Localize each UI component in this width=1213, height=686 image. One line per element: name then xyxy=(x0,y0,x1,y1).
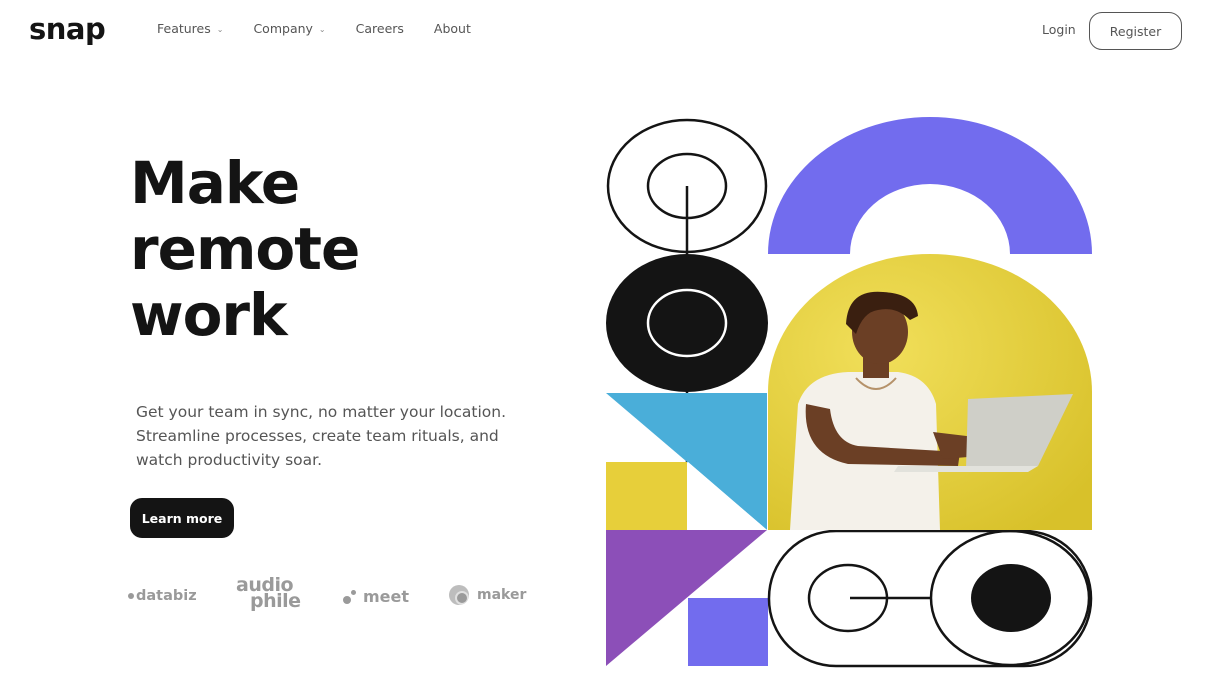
description-line: Streamline processes, create team ritual… xyxy=(136,427,499,445)
site-header: snap Features ⌄ Company ⌄ Careers About … xyxy=(0,0,1213,62)
headline-line: work xyxy=(130,281,288,349)
nav-item-label: Features xyxy=(157,21,211,36)
hero-illustration xyxy=(600,112,1100,672)
arch-icon xyxy=(768,117,1092,254)
client-logo-meet: meet xyxy=(343,587,409,606)
hero-headline: Make remote work xyxy=(130,150,510,348)
client-name: databiz xyxy=(136,588,197,604)
nav-item-label: About xyxy=(433,21,471,36)
headline-line: remote xyxy=(130,215,360,283)
client-name-line: phile xyxy=(250,590,301,612)
client-logo-databiz: databiz xyxy=(128,588,197,604)
chevron-down-icon: ⌄ xyxy=(318,25,326,34)
description-line: Get your team in sync, no matter your lo… xyxy=(136,403,507,421)
register-button[interactable]: Register xyxy=(1089,12,1182,50)
nav-item-about[interactable]: About xyxy=(434,21,471,36)
client-logos: databiz audio phile meet maker xyxy=(128,575,528,620)
headline-line: Make xyxy=(130,149,300,217)
dots-icon xyxy=(343,589,357,604)
nav-item-label: Company xyxy=(253,21,313,36)
dot-icon xyxy=(128,593,134,599)
client-name: meet xyxy=(363,587,410,606)
maker-mark-icon xyxy=(449,585,469,605)
login-link[interactable]: Login xyxy=(1042,22,1076,37)
description-line: watch productivity soar. xyxy=(136,451,323,469)
person-photo xyxy=(768,254,1092,530)
client-name: maker xyxy=(477,587,527,603)
client-logo-audiophile: audio phile xyxy=(236,576,301,612)
hero-description: Get your team in sync, no matter your lo… xyxy=(136,400,536,472)
nav-item-careers[interactable]: Careers xyxy=(356,21,404,36)
nav-item-company[interactable]: Company ⌄ xyxy=(253,21,325,36)
nav-item-label: Careers xyxy=(355,21,404,36)
learn-more-button[interactable]: Learn more xyxy=(130,498,234,538)
brand-logo[interactable]: snap xyxy=(29,12,106,46)
nav-item-features[interactable]: Features ⌄ xyxy=(157,21,223,36)
primary-nav: Features ⌄ Company ⌄ Careers About xyxy=(157,21,501,36)
toggle-knob-icon xyxy=(767,529,1093,668)
triangles-icon xyxy=(606,393,768,666)
client-logo-maker: maker xyxy=(449,585,526,605)
chevron-down-icon: ⌄ xyxy=(216,25,224,34)
